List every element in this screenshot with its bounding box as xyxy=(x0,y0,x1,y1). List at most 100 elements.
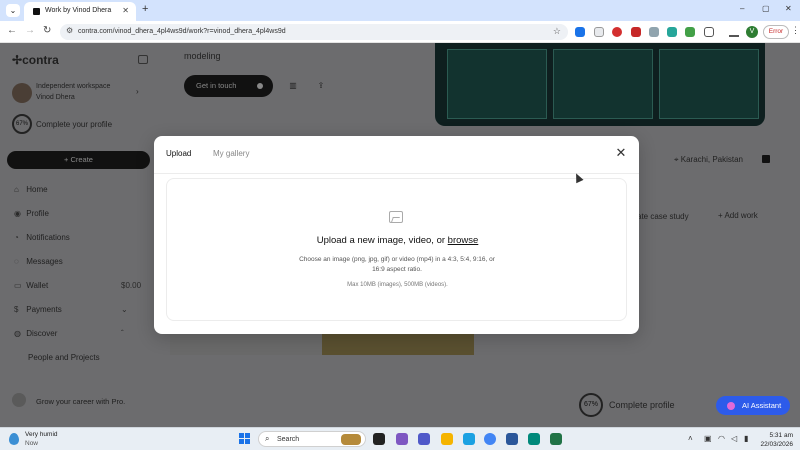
logo-text: contra xyxy=(22,53,59,67)
modal-tabs: Upload My gallery ✕ xyxy=(154,136,639,174)
dropzone-title: Upload a new image, video, or browse xyxy=(167,235,628,246)
new-tab-button[interactable]: + xyxy=(142,3,148,15)
extension-icon[interactable] xyxy=(631,27,641,37)
shield-icon[interactable] xyxy=(649,27,659,37)
reload-icon[interactable]: ↻ xyxy=(43,25,51,36)
chevron-down-icon[interactable]: ⌄ xyxy=(121,305,128,314)
sidebar-item-label: Wallet xyxy=(26,281,49,290)
browser-tab[interactable]: Work by Vinod Dhera ✕ xyxy=(24,2,136,21)
bookmark-star-icon[interactable]: ☆ xyxy=(553,26,561,37)
career-text: Grow your career with Pro. xyxy=(36,397,126,406)
chrome-icon[interactable] xyxy=(484,433,496,445)
banner-panel xyxy=(447,49,547,119)
tab-close-icon[interactable]: ✕ xyxy=(122,6,129,15)
workspace-user[interactable]: Vinod Dhera xyxy=(36,94,75,101)
menu-kebab-icon[interactable]: ⋮ xyxy=(791,25,800,36)
create-button[interactable]: + Create xyxy=(7,151,150,169)
sidebar-item-discover[interactable]: ◍ Discover xyxy=(14,329,57,338)
extension-icon[interactable] xyxy=(594,27,604,37)
profile-avatar[interactable]: V xyxy=(746,26,758,38)
complete-profile-link[interactable]: Complete your profile xyxy=(36,120,112,129)
edge-icon[interactable] xyxy=(463,433,475,445)
copilot-icon[interactable] xyxy=(396,433,408,445)
avatar[interactable] xyxy=(12,83,32,103)
download-icon[interactable] xyxy=(729,27,739,37)
sidebar-item-messages[interactable]: ◌ Messages xyxy=(14,257,63,266)
wifi-icon[interactable]: ◠ xyxy=(718,434,725,443)
linkedin-icon[interactable] xyxy=(762,155,770,163)
contra-logo[interactable]: ✢contra xyxy=(12,53,59,67)
tab-search-icon[interactable]: ⌄ xyxy=(6,4,20,17)
close-icon[interactable]: ✕ xyxy=(615,146,627,159)
app-icon[interactable] xyxy=(506,433,518,445)
sidebar-collapse-icon[interactable] xyxy=(138,55,148,64)
pro-upsell[interactable]: Grow your career with Pro. xyxy=(8,389,150,411)
complete-profile-text: Complete profile xyxy=(609,400,675,410)
maximize-button[interactable]: ▢ xyxy=(762,4,770,13)
error-badge[interactable]: Error xyxy=(763,25,789,39)
system-clock[interactable]: 5:31 am 22/03/2026 xyxy=(757,431,793,449)
weather-title[interactable]: Very humid xyxy=(25,431,58,438)
location-text: Karachi, Pakistan xyxy=(680,155,744,164)
upload-dropzone[interactable]: Upload a new image, video, or browse Cho… xyxy=(166,178,627,321)
create-case-study-button[interactable]: ate case study xyxy=(637,212,689,221)
payments-icon: $ xyxy=(14,305,19,314)
sidebar-item-home[interactable]: ⌂ Home xyxy=(14,185,48,194)
sidebar-item-wallet[interactable]: ▭ Wallet xyxy=(14,281,48,290)
get-in-touch-button[interactable]: Get in touch xyxy=(184,75,273,97)
share-icon[interactable]: ⇪ xyxy=(310,76,332,96)
status-dot-icon xyxy=(257,83,263,89)
volume-icon[interactable]: ◁ xyxy=(731,434,737,443)
profile-progress-ring: 67% xyxy=(579,393,603,417)
chevron-right-icon[interactable]: › xyxy=(136,87,139,96)
extension-icon[interactable] xyxy=(667,27,677,37)
address-bar[interactable]: ⚙ contra.com/vinod_dhera_4pl4ws9d/work?r… xyxy=(60,24,568,40)
sidebar-subitem-people-projects[interactable]: People and Projects xyxy=(28,353,100,362)
stats-icon[interactable]: ▥ xyxy=(282,76,304,96)
file-explorer-icon[interactable] xyxy=(441,433,453,445)
clock-time: 5:31 am xyxy=(769,432,794,439)
project-banner-image xyxy=(435,43,765,126)
search-label: Search xyxy=(277,436,300,443)
tray-chevron-icon[interactable]: ˄ xyxy=(688,434,693,443)
workspace-title[interactable]: Independent workspace xyxy=(36,83,110,90)
tray-app-icon[interactable]: ▣ xyxy=(704,434,712,443)
chevron-up-icon[interactable]: ˆ xyxy=(121,329,124,338)
weather-subtitle[interactable]: Now xyxy=(25,440,38,447)
sidebar-item-label: Notifications xyxy=(26,233,70,242)
message-icon: ◌ xyxy=(14,257,19,266)
windows-start-icon[interactable] xyxy=(239,433,251,445)
extension-icon[interactable] xyxy=(575,27,585,37)
tab-my-gallery[interactable]: My gallery xyxy=(213,149,249,158)
weather-icon[interactable] xyxy=(9,433,19,445)
url-text[interactable]: contra.com/vinod_dhera_4pl4ws9d/work?r=v… xyxy=(78,28,286,35)
browse-link[interactable]: browse xyxy=(448,235,479,246)
forward-icon[interactable]: → xyxy=(25,25,35,36)
sidebar-item-notifications[interactable]: ◔ Notifications xyxy=(14,233,70,242)
dropzone-title-text: Upload a new image, video, or xyxy=(316,235,448,246)
extension-icon[interactable] xyxy=(685,27,695,37)
site-info-icon[interactable]: ⚙ xyxy=(66,26,73,35)
extension-icon[interactable] xyxy=(612,27,622,37)
sidebar-item-payments[interactable]: $ Payments xyxy=(14,305,62,314)
task-view-icon[interactable] xyxy=(373,433,385,445)
pin-icon: ⌖ xyxy=(674,155,679,164)
sidebar-item-label: Profile xyxy=(26,209,49,218)
back-icon[interactable]: ← xyxy=(7,25,17,36)
minimize-button[interactable]: – xyxy=(740,4,744,13)
upload-modal: Upload My gallery ✕ Upload a new image, … xyxy=(154,136,639,334)
teams-icon[interactable] xyxy=(418,433,430,445)
ai-assistant-button[interactable]: AI Assistant xyxy=(716,396,790,415)
extensions-puzzle-icon[interactable] xyxy=(704,27,714,37)
app-icon[interactable] xyxy=(528,433,540,445)
tab-upload[interactable]: Upload xyxy=(166,149,191,158)
bell-icon: ◔ xyxy=(14,233,19,242)
excel-icon[interactable] xyxy=(550,433,562,445)
complete-profile-widget[interactable]: 67% Complete profile xyxy=(577,391,707,419)
battery-icon[interactable]: ▮ xyxy=(744,434,748,443)
sidebar-item-label: Discover xyxy=(26,329,58,338)
sidebar-item-profile[interactable]: ◉ Profile xyxy=(14,209,49,218)
add-work-button[interactable]: + Add work xyxy=(706,207,770,225)
taskbar-search[interactable]: ⌕ Search xyxy=(258,431,366,447)
window-close-button[interactable]: ✕ xyxy=(785,4,792,13)
